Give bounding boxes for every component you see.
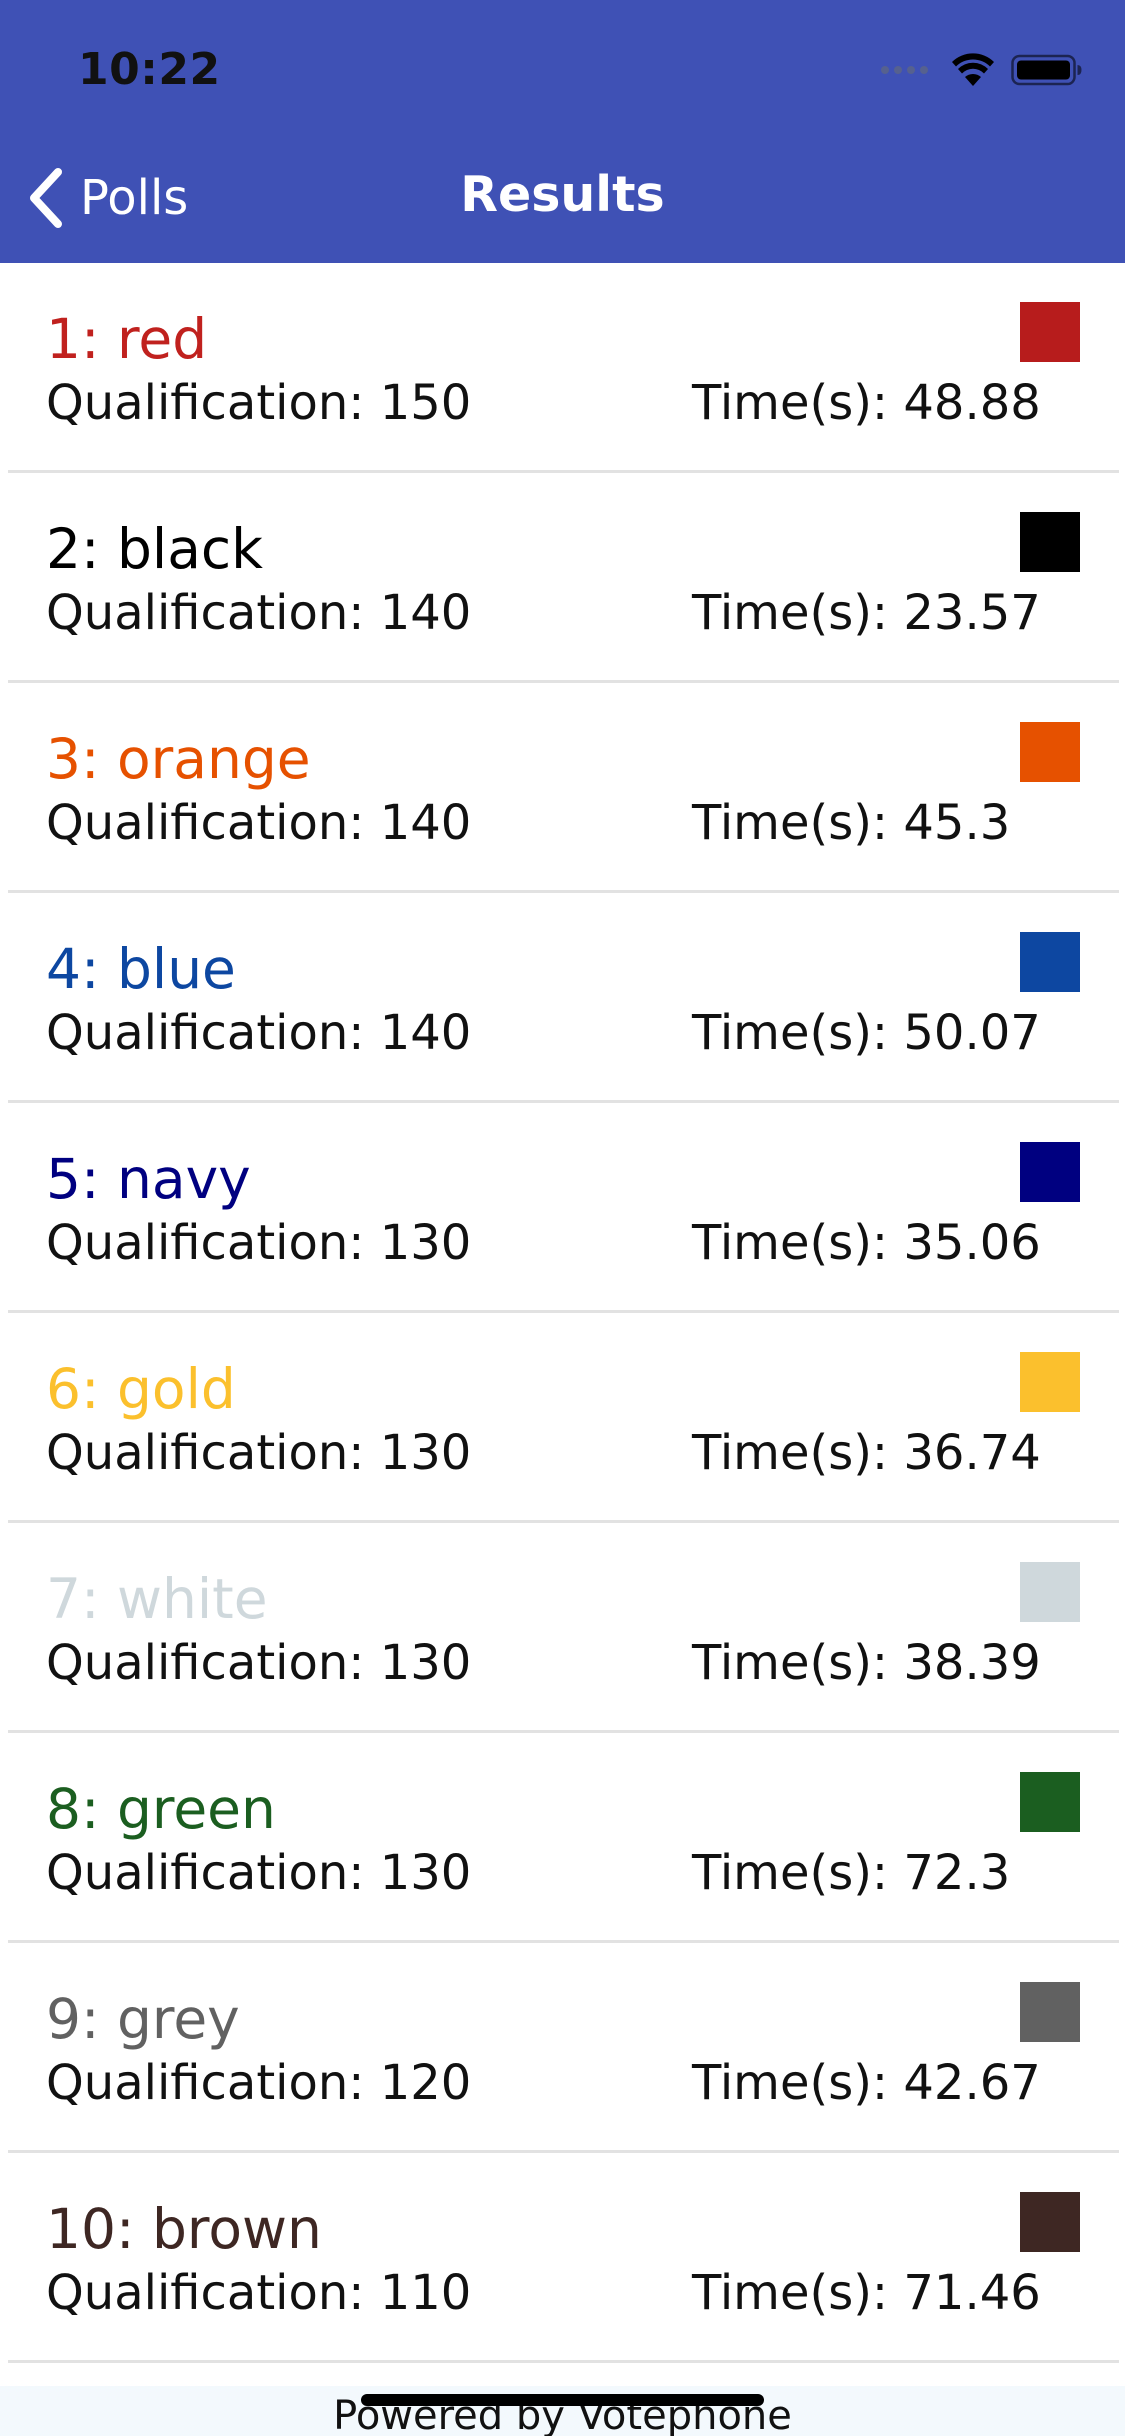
color-swatch bbox=[1020, 1772, 1080, 1832]
wifi-icon bbox=[952, 53, 994, 86]
result-time: Time(s): 42.67 bbox=[692, 2055, 1041, 2111]
result-time: Time(s): 50.07 bbox=[692, 1005, 1041, 1061]
page-title: Results bbox=[460, 166, 665, 223]
result-rank-label: 4: blue bbox=[46, 937, 236, 1001]
battery-icon bbox=[1011, 54, 1082, 86]
result-qualification: Qualification: 110 bbox=[46, 2265, 472, 2321]
result-time: Time(s): 36.74 bbox=[692, 1425, 1041, 1481]
result-time: Time(s): 38.39 bbox=[692, 1635, 1041, 1691]
result-rank-label: 3: orange bbox=[46, 727, 311, 791]
result-row[interactable]: 1: red Qualification: 150 Time(s): 48.88 bbox=[0, 263, 1125, 473]
result-time: Time(s): 72.3 bbox=[692, 1845, 1011, 1901]
result-qualification: Qualification: 140 bbox=[46, 795, 472, 851]
result-row[interactable]: 7: white Qualification: 130 Time(s): 38.… bbox=[0, 1523, 1125, 1733]
result-row[interactable]: 10: brown Qualification: 110 Time(s): 71… bbox=[0, 2153, 1125, 2363]
color-swatch bbox=[1020, 932, 1080, 992]
result-time: Time(s): 48.88 bbox=[692, 375, 1041, 431]
result-qualification: Qualification: 130 bbox=[46, 1215, 472, 1271]
result-row[interactable]: 8: green Qualification: 130 Time(s): 72.… bbox=[0, 1733, 1125, 1943]
color-swatch bbox=[1020, 1982, 1080, 2042]
result-rank-label: 10: brown bbox=[46, 2197, 322, 2261]
result-qualification: Qualification: 130 bbox=[46, 1635, 472, 1691]
status-bar-icons bbox=[881, 52, 1083, 88]
result-rank-label: 1: red bbox=[46, 307, 208, 371]
result-qualification: Qualification: 140 bbox=[46, 585, 472, 641]
result-rank-label: 6: gold bbox=[46, 1357, 236, 1421]
results-screen: 10:22 Polls Results 1: red Qualification… bbox=[0, 0, 1125, 2436]
result-row[interactable]: 5: navy Qualification: 130 Time(s): 35.0… bbox=[0, 1103, 1125, 1313]
result-qualification: Qualification: 140 bbox=[46, 1005, 472, 1061]
result-qualification: Qualification: 120 bbox=[46, 2055, 472, 2111]
result-rank-label: 7: white bbox=[46, 1567, 268, 1631]
home-indicator bbox=[361, 2394, 764, 2406]
color-swatch bbox=[1020, 722, 1080, 782]
result-time: Time(s): 23.57 bbox=[692, 585, 1041, 641]
status-bar-time: 10:22 bbox=[78, 44, 221, 95]
color-swatch bbox=[1020, 512, 1080, 572]
result-row[interactable]: 4: blue Qualification: 140 Time(s): 50.0… bbox=[0, 893, 1125, 1103]
result-rank-label: 2: black bbox=[46, 517, 263, 581]
color-swatch bbox=[1020, 1562, 1080, 1622]
color-swatch bbox=[1020, 302, 1080, 362]
result-row[interactable]: 2: black Qualification: 140 Time(s): 23.… bbox=[0, 473, 1125, 683]
result-rank-label: 8: green bbox=[46, 1777, 276, 1841]
result-time: Time(s): 45.3 bbox=[692, 795, 1011, 851]
result-time: Time(s): 71.46 bbox=[692, 2265, 1041, 2321]
result-qualification: Qualification: 150 bbox=[46, 375, 472, 431]
result-row[interactable]: 3: orange Qualification: 140 Time(s): 45… bbox=[0, 683, 1125, 893]
result-row[interactable]: 6: gold Qualification: 130 Time(s): 36.7… bbox=[0, 1313, 1125, 1523]
result-qualification: Qualification: 130 bbox=[46, 1845, 472, 1901]
result-rank-label: 9: grey bbox=[46, 1987, 240, 2051]
result-qualification: Qualification: 130 bbox=[46, 1425, 472, 1481]
color-swatch bbox=[1020, 2192, 1080, 2252]
color-swatch bbox=[1020, 1352, 1080, 1412]
color-swatch bbox=[1020, 1142, 1080, 1202]
results-list: 1: red Qualification: 150 Time(s): 48.88… bbox=[0, 263, 1125, 2363]
result-row[interactable]: 9: grey Qualification: 120 Time(s): 42.6… bbox=[0, 1943, 1125, 2153]
navigation-bar: 10:22 Polls Results bbox=[0, 0, 1125, 263]
result-rank-label: 5: navy bbox=[46, 1147, 251, 1211]
cellular-signal-icon bbox=[881, 66, 933, 74]
result-time: Time(s): 35.06 bbox=[692, 1215, 1041, 1271]
